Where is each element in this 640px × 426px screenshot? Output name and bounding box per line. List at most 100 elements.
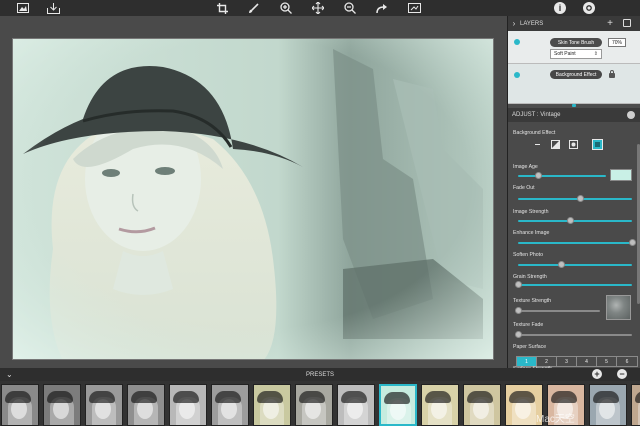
slider-label-texture-strength: Texture Strength [513,298,552,304]
zoom-out-icon[interactable] [341,0,359,16]
preset-thumbnail[interactable] [379,384,417,426]
slider-image-strength-knob[interactable] [566,217,574,224]
slider-track[interactable] [518,220,632,222]
slider-track[interactable] [518,175,606,177]
layer-item-background-effect[interactable]: Background Effect [508,64,640,104]
effect-gradient-icon[interactable] [550,139,561,150]
settings-icon[interactable] [583,2,595,14]
preset-thumbnail[interactable] [295,384,333,426]
layer-name: Background Effect [550,70,602,79]
preset-thumbnail[interactable] [463,384,501,426]
preset-hat-shape [341,391,367,403]
preset-thumbnail[interactable] [43,384,81,426]
effect-full-icon[interactable] [592,139,603,150]
age-color-swatch[interactable] [610,169,632,181]
slider-track[interactable] [518,242,632,244]
preset-hat-shape [635,391,640,403]
layers-header: › LAYERS + [508,16,640,31]
compare-icon[interactable] [405,0,423,16]
slider-enhance-image-knob[interactable] [628,239,636,246]
paper-surface-option[interactable]: 1 [517,357,537,366]
right-panel: › LAYERS + Skin Tone Brush 70% Soft Pain… [507,16,640,372]
preset-thumbnail[interactable] [631,384,640,426]
paper-surface-option[interactable]: 5 [597,357,617,366]
preset-hat-shape [131,391,157,403]
slider-track[interactable] [518,334,632,336]
slider-texture-strength-knob[interactable] [514,307,522,314]
slider-label-soften-photo: Soften Photo [513,252,543,258]
reset-adjust-icon[interactable] [627,111,635,119]
zoom-in-icon[interactable] [277,0,295,16]
presets-collapse-chevron-icon[interactable]: ⌄ [6,368,13,381]
effect-radial-icon[interactable] [568,139,579,150]
blend-mode-select[interactable]: Soft Paint ⇕ [550,49,602,59]
open-image-icon[interactable] [14,0,32,16]
preset-hat-shape [47,391,73,403]
layer-visibility-dot[interactable] [514,72,520,78]
layer-item-skin-tone[interactable]: Skin Tone Brush 70% Soft Paint ⇕ [508,31,640,64]
slider-label-image-strength: Image Strength [513,209,549,215]
preset-hat-shape [384,392,410,404]
duplicate-layer-icon[interactable] [623,19,631,27]
preset-thumbnail[interactable] [211,384,249,426]
preset-thumbnail[interactable] [127,384,165,426]
presets-title: PRESETS [305,371,334,378]
slider-soften-photo-knob[interactable] [557,261,565,268]
slider-fade-out-knob[interactable] [577,195,585,202]
paper-surface-option[interactable]: 3 [557,357,577,366]
preset-hat-shape [425,391,451,403]
slider-track[interactable] [518,264,632,266]
preset-hat-shape [215,391,241,403]
canvas-area [0,16,507,368]
collapse-chevron-icon[interactable]: › [508,19,520,28]
slider-label-texture-fade: Texture Fade [513,322,544,328]
preset-hat-shape [89,391,115,403]
slider-image-age-knob[interactable] [534,172,542,179]
layers-title: LAYERS [520,20,544,27]
adjust-title: ADJUST : Vintage [512,112,561,118]
remove-preset-button[interactable]: − [617,369,627,379]
slider-grain-strength-knob[interactable] [514,281,522,288]
preset-hat-shape [467,391,493,403]
crop-icon[interactable] [213,0,231,16]
preset-thumbnail[interactable] [421,384,459,426]
preset-hat-shape [509,391,535,403]
preset-thumbnail[interactable] [85,384,123,426]
add-preset-button[interactable]: + [592,369,602,379]
slider-track[interactable] [518,310,600,312]
preset-hat-shape [299,391,325,403]
preset-hat-shape [5,391,31,403]
preset-thumbnail[interactable] [337,384,375,426]
paper-surface-option[interactable]: 2 [537,357,557,366]
slider-track[interactable] [518,198,632,200]
preset-thumbnail[interactable] [253,384,291,426]
paper-surface-option[interactable]: 4 [577,357,597,366]
top-toolbar: i [0,0,640,16]
save-icon[interactable] [44,0,62,16]
slider-track[interactable] [518,284,632,286]
preset-thumbnail[interactable] [169,384,207,426]
texture-thumbnail[interactable] [606,295,631,320]
paper-surface-option[interactable]: 6 [617,357,637,366]
slider-texture-fade-knob[interactable] [514,331,522,338]
layer-visibility-dot[interactable] [514,39,520,45]
redo-icon[interactable] [373,0,391,16]
preset-hat-shape [593,391,619,403]
preset-hat-shape [173,391,199,403]
effect-none-icon[interactable] [532,139,543,150]
preset-thumbnail[interactable] [1,384,39,426]
adjust-header: ADJUST : Vintage [508,108,640,122]
presets-bar: ⌄ PRESETS + − [0,368,640,381]
info-icon[interactable]: i [554,2,566,14]
move-icon[interactable] [309,0,327,16]
brush-icon[interactable] [244,0,262,16]
photo-canvas[interactable] [12,38,494,360]
lock-icon[interactable] [609,70,615,78]
preset-thumbnail[interactable] [589,384,627,426]
slider-label-fade-out: Fade Out [513,185,535,191]
add-layer-button[interactable]: + [607,16,613,31]
slider-label-image-age: Image Age [513,164,538,170]
layer-name: Skin Tone Brush [550,38,602,47]
panel-resize-handle[interactable] [572,104,576,107]
layer-opacity-field[interactable]: 70% [608,38,626,47]
